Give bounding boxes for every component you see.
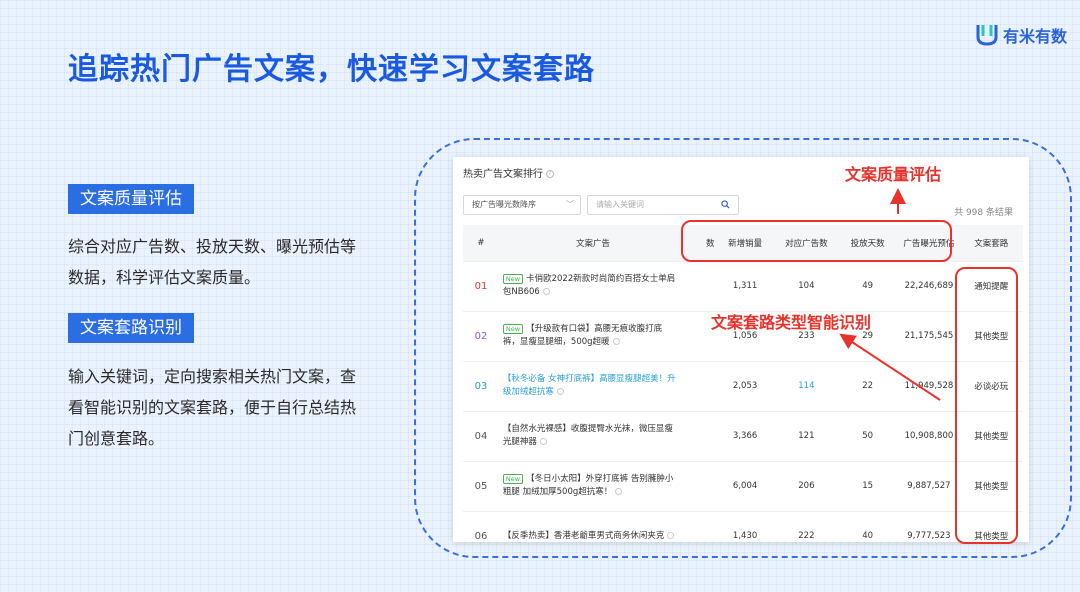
col-ad: 文案广告 <box>498 225 687 262</box>
copy-icon[interactable] <box>539 438 547 445</box>
highlight-box-metrics <box>681 220 952 262</box>
row-sales: 1,430 <box>714 511 776 542</box>
row-ad-copy[interactable]: New 【冬日小太阳】外穿打底裤 告别臃肿小粗腿 加绒加厚500g超抗寒！ <box>498 461 687 512</box>
row-items <box>686 261 715 312</box>
copy-icon[interactable] <box>615 488 623 495</box>
row-days: 40 <box>837 511 899 542</box>
row-sales: 2,053 <box>714 361 776 412</box>
row-rank: 03 <box>463 361 499 412</box>
copy-icon[interactable] <box>556 388 564 395</box>
ad-copy-text: 【升级款有口袋】高腰无痕收腹打底裤，显瘦显腿细，500g超暖 <box>502 324 663 347</box>
ad-copy-text: 【自然水光裸感】收腹提臀水光袜，微压显瘦光腿神器 <box>502 424 673 447</box>
table-row[interactable]: 05 New 【冬日小太阳】外穿打底裤 告别臃肿小粗腿 加绒加厚500g超抗寒！ 6,… <box>463 461 1023 512</box>
brand-name: 有米有数 <box>1003 27 1068 46</box>
ad-copy-text: 【冬日小太阳】外穿打底裤 告别臃肿小粗腿 加绒加厚500g超抗寒！ <box>502 474 674 497</box>
feature-desc-quality: 综合对应广告数、投放天数、曝光预估等数据，科学评估文案质量。 <box>68 237 357 287</box>
chevron-down-icon: ﹀ <box>566 200 574 209</box>
sort-select-value: 按广告曝光数降序 <box>472 200 536 209</box>
search-input[interactable]: 请输入关键词 <box>587 195 739 215</box>
row-exposure: 9,887,527 <box>898 461 960 512</box>
row-items <box>686 511 715 542</box>
row-ad-copy[interactable]: New 卡俏欧2022新款时尚简约百搭女士单肩包NB606 <box>498 261 687 312</box>
row-days: 22 <box>837 361 899 412</box>
row-ad-copy[interactable]: 【自然水光裸感】收腹提臀水光袜，微压显瘦光腿神器 <box>498 411 687 462</box>
row-rank: 01 <box>463 261 499 312</box>
row-sales: 6,004 <box>714 461 776 512</box>
row-ads: 222 <box>775 511 838 542</box>
new-badge: New <box>502 274 524 284</box>
new-badge: New <box>502 324 524 334</box>
table-row[interactable]: 06 【反季热卖】香港老爺車男式商务休闲夹克 1,430 222 40 9,777,523… <box>463 511 1023 542</box>
col-rank: # <box>463 225 499 262</box>
row-days: 50 <box>837 411 899 462</box>
copy-icon[interactable] <box>542 288 550 295</box>
row-ads: 114 <box>775 361 838 412</box>
row-rank: 04 <box>463 411 499 462</box>
search-placeholder: 请输入关键词 <box>596 200 644 209</box>
feature-desc-routine: 输入关键词，定向搜索相关热门文案，查看智能识别的文案套路，便于自行总结热门创意套… <box>68 367 357 448</box>
brand-icon <box>976 25 998 46</box>
sort-select[interactable]: 按广告曝光数降序 ﹀ <box>463 195 581 215</box>
row-exposure: 11,949,528 <box>898 361 960 412</box>
row-ads: 104 <box>775 261 838 312</box>
ad-copy-text: 【秋冬必备 女神打底裤】高腰显瘦腿超美！升级加绒超抗寒 <box>502 374 676 397</box>
row-exposure: 21,175,545 <box>898 311 960 362</box>
copy-icon[interactable] <box>612 338 620 345</box>
brand-logo: 有米有数 <box>975 22 1067 48</box>
result-count: 共 998 条结果 <box>954 208 1013 218</box>
ad-copy-text: 卡俏欧2022新款时尚简约百搭女士单肩包NB606 <box>502 274 676 297</box>
row-exposure: 10,908,800 <box>898 411 960 462</box>
panel-title: 热卖广告文案排行? <box>463 165 554 180</box>
feature-tag-routine: 文案套路识别 <box>68 313 194 343</box>
row-rank: 05 <box>463 461 499 512</box>
row-sales: 3,366 <box>714 411 776 462</box>
slide-title: 追踪热门广告文案，快速学习文案套路 <box>68 52 595 87</box>
annotation-routine: 文案套路类型智能识别 <box>711 313 872 332</box>
ad-copy-text: 【反季热卖】香港老爺車男式商务休闲夹克 <box>502 530 665 541</box>
row-rank: 06 <box>463 511 499 542</box>
highlight-box-category <box>955 267 1018 544</box>
annotation-quality: 文案质量评估 <box>845 165 942 184</box>
row-days: 15 <box>837 461 899 512</box>
feature-tag-quality: 文案质量评估 <box>68 184 194 214</box>
col-category: 文案套路 <box>959 225 1023 262</box>
row-sales: 1,311 <box>714 261 776 312</box>
row-ads: 121 <box>775 411 838 462</box>
table-row[interactable]: 01 New 卡俏欧2022新款时尚简约百搭女士单肩包NB606 1,311 104 49… <box>463 261 1023 312</box>
screenshot-panel: 热卖广告文案排行? 按广告曝光数降序 ﹀ 请输入关键词 共 998 条结果 # … <box>453 157 1029 542</box>
row-items <box>686 411 715 462</box>
row-ad-copy[interactable]: New 【升级款有口袋】高腰无痕收腹打底裤，显瘦显腿细，500g超暖 <box>498 311 687 362</box>
row-days: 49 <box>837 261 899 312</box>
row-ad-copy[interactable]: 【反季热卖】香港老爺車男式商务休闲夹克 <box>498 511 687 542</box>
table-row[interactable]: 03 【秋冬必备 女神打底裤】高腰显瘦腿超美！升级加绒超抗寒 2,053 114 22 1… <box>463 361 1023 412</box>
row-items <box>686 361 715 412</box>
info-icon[interactable]: ? <box>546 170 554 178</box>
table-row[interactable]: 04 【自然水光裸感】收腹提臀水光袜，微压显瘦光腿神器 3,366 121 50 10,9… <box>463 411 1023 462</box>
row-ads: 206 <box>775 461 838 512</box>
ad-copy-table: # 文案广告 数 新增销量 对应广告数 投放天数 广告曝光预估 文案套路 01 N… <box>463 225 1023 542</box>
row-exposure: 9,777,523 <box>898 511 960 542</box>
copy-icon[interactable] <box>667 531 675 539</box>
search-icon[interactable] <box>721 200 730 209</box>
row-items <box>686 461 715 512</box>
new-badge: New <box>502 474 524 484</box>
row-ad-copy[interactable]: 【秋冬必备 女神打底裤】高腰显瘦腿超美！升级加绒超抗寒 <box>498 361 687 412</box>
row-exposure: 22,246,689 <box>898 261 960 312</box>
panel-title-text: 热卖广告文案排行 <box>463 169 543 180</box>
row-rank: 02 <box>463 311 499 362</box>
